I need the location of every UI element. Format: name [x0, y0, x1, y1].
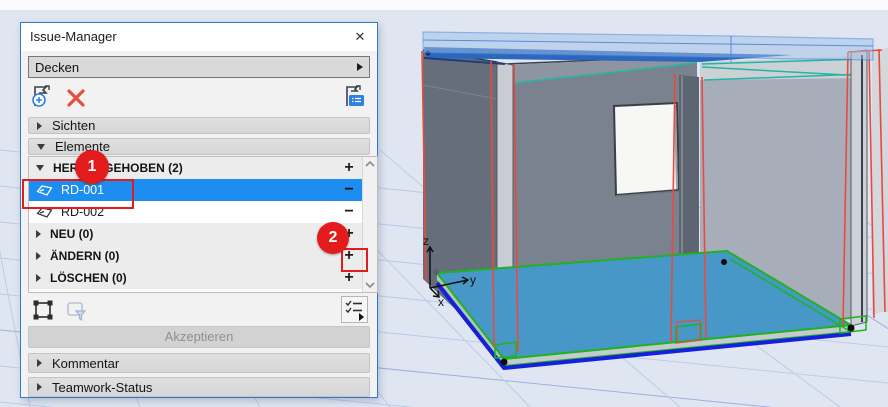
marquee-select-button[interactable] [32, 299, 54, 321]
chevron-right-icon [37, 359, 42, 367]
scroll-up-icon[interactable] [365, 160, 375, 168]
chevron-right-icon [37, 383, 42, 391]
section-header-sichten[interactable]: Sichten [28, 117, 370, 134]
chevron-right-icon [36, 230, 41, 238]
issue-selector-value: Decken [35, 59, 80, 75]
flyout-arrow-icon [359, 313, 364, 321]
window-opening [612, 101, 682, 197]
delete-x-icon [67, 89, 85, 107]
section-label: Teamwork-Status [52, 379, 153, 395]
chevron-right-icon [36, 274, 41, 282]
issue-selector-dropdown[interactable]: Decken [28, 56, 370, 78]
section-label: Sichten [52, 118, 96, 133]
details-list-icon [349, 95, 364, 106]
window-chrome-strip [0, 0, 888, 10]
group-row-loeschen[interactable]: LÖSCHEN (0) + [29, 267, 363, 289]
chevron-down-icon [36, 165, 44, 171]
section-header-elemente[interactable]: Elemente [28, 138, 370, 155]
group-label: HERVORGEHOBEN (2) [53, 161, 183, 175]
issue-details-button[interactable] [341, 83, 367, 109]
remove-element-button[interactable]: − [341, 180, 357, 200]
axis-x-label: x [438, 295, 444, 309]
building-model: z y x [421, 31, 888, 370]
group-row-neu[interactable]: NEU (0) + [29, 223, 363, 245]
close-icon[interactable]: ✕ [352, 29, 368, 45]
new-issue-button[interactable] [30, 83, 56, 109]
chevron-right-icon [357, 63, 363, 71]
group-label: NEU (0) [50, 227, 94, 241]
add-elements-button[interactable]: + [341, 158, 357, 178]
remove-element-button[interactable]: − [341, 202, 357, 222]
app-window: z y x Issue-Manager ✕ Decken Sichten Ele… [0, 0, 888, 407]
chevron-right-icon [36, 252, 41, 260]
section-header-kommentar[interactable]: Kommentar [28, 353, 370, 373]
accept-button-disabled[interactable]: Akzeptieren [28, 326, 370, 348]
group-label: LÖSCHEN (0) [50, 271, 127, 285]
checklist-flyout-icon [345, 300, 364, 321]
annotation-highlight-add-button [341, 248, 368, 272]
axis-y-label: y [470, 273, 476, 287]
right-corner-post [850, 49, 868, 327]
chevron-down-icon [37, 143, 45, 150]
group-row-aendern[interactable]: ÄNDERN (0) + [29, 245, 363, 267]
section-label: Kommentar [52, 355, 120, 371]
issue-manager-palette: Issue-Manager ✕ Decken Sichten Elemente … [20, 22, 378, 398]
annotation-highlight-rd001 [22, 179, 134, 209]
scroll-down-icon[interactable] [365, 281, 375, 289]
annotation-step-2: 2 [317, 222, 349, 254]
annotation-step-1: 1 [75, 150, 109, 184]
delete-issue-button[interactable] [63, 85, 89, 111]
chevron-right-icon [37, 121, 42, 130]
section-header-teamwork[interactable]: Teamwork-Status [28, 377, 370, 397]
group-label: ÄNDERN (0) [50, 249, 120, 263]
palette-titlebar[interactable]: Issue-Manager ✕ [21, 23, 377, 51]
palette-title: Issue-Manager [30, 29, 117, 44]
filter-elements-button-disabled[interactable] [65, 299, 89, 323]
axis-z-label: z [423, 234, 429, 248]
issue-options-flyout-button[interactable] [341, 296, 368, 323]
